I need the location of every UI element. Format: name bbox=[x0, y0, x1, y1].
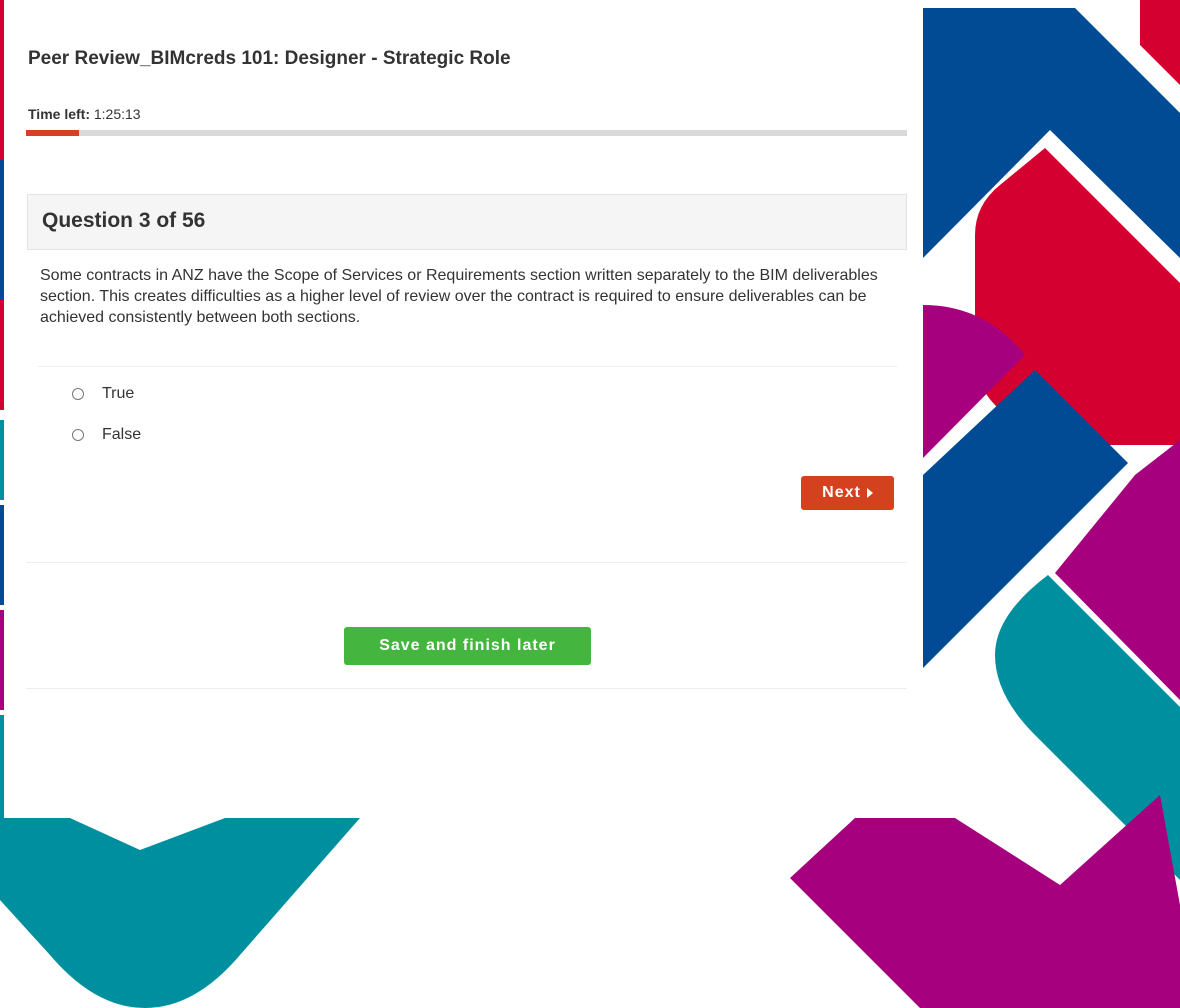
save-and-finish-later-button[interactable]: Save and finish later bbox=[344, 627, 591, 665]
caret-right-icon bbox=[866, 488, 873, 498]
next-button-label: Next bbox=[822, 484, 861, 501]
time-left: Time left: 1:25:13 bbox=[28, 106, 141, 122]
progress-bar bbox=[26, 130, 907, 136]
progress-bar-fill bbox=[26, 130, 79, 136]
next-button[interactable]: Next bbox=[801, 476, 894, 510]
time-left-value: 1:25:13 bbox=[93, 106, 141, 122]
shape-magenta-bottom bbox=[790, 795, 1180, 1008]
divider bbox=[38, 366, 897, 367]
quiz-title: Peer Review_BIMcreds 101: Designer - Str… bbox=[28, 48, 511, 69]
radio-circle-icon[interactable] bbox=[72, 388, 84, 400]
radio-circle-icon[interactable] bbox=[72, 429, 84, 441]
question-header: Question 3 of 56 bbox=[27, 194, 907, 250]
shape-teal-bottom-left bbox=[0, 818, 360, 1008]
divider bbox=[26, 688, 907, 689]
answer-option-label: True bbox=[102, 385, 135, 402]
quiz-panel: Peer Review_BIMcreds 101: Designer - Str… bbox=[4, 0, 923, 818]
answer-option-label: False bbox=[102, 426, 142, 443]
divider bbox=[26, 562, 907, 563]
shape-red-top bbox=[1140, 0, 1180, 85]
answer-option-true[interactable]: True bbox=[72, 383, 134, 405]
time-left-label: Time left: bbox=[28, 106, 90, 122]
answer-option-false[interactable]: False bbox=[72, 424, 141, 446]
question-number: Question 3 of 56 bbox=[42, 209, 206, 232]
question-text: Some contracts in ANZ have the Scope of … bbox=[40, 267, 878, 326]
